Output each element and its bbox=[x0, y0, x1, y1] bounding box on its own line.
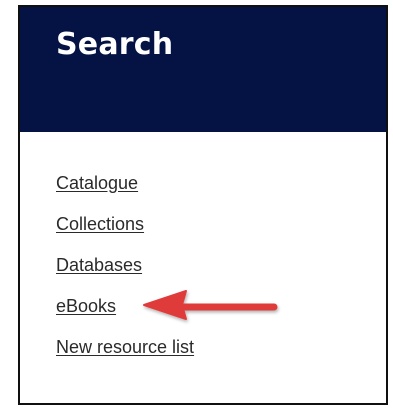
search-panel: Search Catalogue Collections Databases e… bbox=[18, 5, 388, 405]
search-link-list: Catalogue Collections Databases eBooks N… bbox=[56, 169, 194, 374]
collections-link[interactable]: Collections bbox=[56, 214, 144, 234]
panel-header: Search bbox=[20, 7, 386, 132]
databases-link[interactable]: Databases bbox=[56, 255, 142, 275]
list-item: New resource list bbox=[56, 333, 194, 374]
list-item: Catalogue bbox=[56, 169, 194, 210]
panel-title: Search bbox=[56, 27, 174, 62]
catalogue-link[interactable]: Catalogue bbox=[56, 173, 138, 193]
list-item: Collections bbox=[56, 210, 194, 251]
ebooks-link[interactable]: eBooks bbox=[56, 296, 116, 316]
new-resource-list-link[interactable]: New resource list bbox=[56, 337, 194, 357]
arrow-left-icon bbox=[143, 290, 278, 320]
list-item: Databases bbox=[56, 251, 194, 292]
